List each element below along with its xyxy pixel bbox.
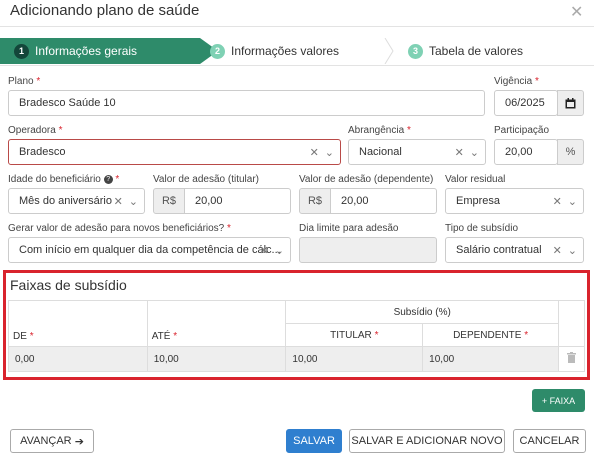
clear-icon[interactable]: ✕ — [553, 195, 562, 208]
dia-limite-label: Dia limite para adesão — [299, 223, 399, 234]
clear-icon[interactable]: ✕ — [553, 244, 562, 257]
adesao-titular-input[interactable]: 20,00 — [184, 188, 291, 214]
residual-label: Valor residual — [445, 174, 506, 185]
arrow-right-icon: ➔ — [74, 435, 84, 448]
column-header-titular: TITULAR * — [285, 323, 424, 347]
clear-icon[interactable]: ✕ — [114, 195, 123, 208]
chevron-down-icon[interactable]: ⌄ — [275, 244, 284, 257]
tipo-subsidio-select[interactable]: Salário contratual ✕ ⌄ — [445, 237, 584, 263]
chevron-down-icon[interactable]: ⌄ — [470, 146, 479, 159]
salvar-adicionar-button[interactable]: SALVAR E ADICIONAR NOVO — [349, 429, 505, 453]
cell-ate[interactable]: 10,00 — [146, 346, 287, 372]
abrangencia-select[interactable]: Nacional ✕ ⌄ — [348, 139, 486, 165]
cell-de[interactable]: 0,00 — [8, 346, 148, 372]
chevron-down-icon[interactable]: ⌄ — [325, 146, 334, 159]
avancar-button[interactable]: AVANÇAR ➔ — [10, 429, 94, 453]
gerar-label: Gerar valor de adesão para novos benefic… — [8, 223, 231, 234]
delete-row-button[interactable] — [558, 346, 585, 372]
step-label: Tabela de valores — [429, 44, 524, 58]
idade-select[interactable]: Mês do aniversário ✕ ⌄ — [8, 188, 145, 214]
operadora-select[interactable]: Bradesco ✕ ⌄ — [8, 139, 341, 165]
clear-icon[interactable]: ✕ — [260, 244, 269, 257]
cancelar-button[interactable]: CANCELAR — [513, 429, 586, 453]
table-row: 0,00 10,00 10,00 10,00 — [8, 346, 585, 372]
cell-dependente[interactable]: 10,00 — [422, 346, 559, 372]
clear-icon[interactable]: ✕ — [310, 146, 319, 159]
step-number: 1 — [14, 43, 29, 59]
tipo-subsidio-label: Tipo de subsídio — [445, 223, 519, 234]
gerar-select[interactable]: Com início em qualquer dia da competênci… — [8, 237, 291, 263]
column-group-subsidio: Subsídio (%) — [285, 300, 559, 324]
percent-addon: % — [557, 139, 584, 165]
column-header-ate: ATÉ * — [146, 300, 287, 347]
close-icon[interactable]: ✕ — [570, 2, 583, 22]
modal-title: Adicionando plano de saúde — [10, 2, 200, 19]
participacao-input[interactable]: 20,00 — [494, 139, 558, 165]
add-faixa-button[interactable]: + FAIXA — [532, 389, 585, 412]
salvar-button[interactable]: SALVAR — [286, 429, 342, 453]
operadora-label: Operadora * — [8, 125, 63, 136]
currency-addon: R$ — [153, 188, 185, 214]
idade-label: Idade do beneficiário ? * — [8, 174, 120, 185]
plano-label: Plano * — [8, 76, 41, 87]
column-header-actions — [558, 300, 585, 347]
adesao-titular-label: Valor de adesão (titular) — [153, 174, 259, 185]
plano-input[interactable]: Bradesco Saúde 10 — [8, 90, 485, 116]
chevron-down-icon[interactable]: ⌄ — [129, 195, 138, 208]
participacao-label: Participação — [494, 125, 550, 136]
dia-limite-input — [299, 237, 437, 263]
trash-icon — [567, 352, 576, 363]
vigencia-input[interactable]: 06/2025 — [494, 90, 558, 116]
vigencia-label: Vigência * — [494, 76, 539, 87]
step-separator-icon — [384, 38, 394, 64]
step-tabela-de-valores[interactable]: 3 Tabela de valores — [408, 38, 523, 64]
faixas-table: DE * ATÉ * Subsídio (%) TITULAR * DEPEND… — [8, 300, 585, 372]
currency-addon: R$ — [299, 188, 331, 214]
cell-titular[interactable]: 10,00 — [285, 346, 424, 372]
adesao-dependente-input[interactable]: 20,00 — [330, 188, 437, 214]
step-informacoes-valores[interactable]: 2 Informações valores — [210, 38, 339, 64]
calendar-button[interactable] — [557, 90, 584, 116]
calendar-icon — [565, 97, 576, 108]
column-header-dependente: DEPENDENTE * — [422, 323, 559, 347]
help-icon[interactable]: ? — [103, 174, 113, 184]
residual-select[interactable]: Empresa ✕ ⌄ — [445, 188, 584, 214]
chevron-down-icon[interactable]: ⌄ — [568, 195, 577, 208]
step-label: Informações valores — [231, 44, 340, 58]
faixas-title: Faixas de subsídio — [10, 277, 127, 293]
column-header-de: DE * — [8, 300, 148, 347]
step-label: Informações gerais — [35, 44, 138, 58]
adesao-dependente-label: Valor de adesão (dependente) — [299, 174, 434, 185]
clear-icon[interactable]: ✕ — [455, 146, 464, 159]
divider — [0, 65, 594, 66]
step-number: 2 — [210, 43, 225, 59]
step-number: 3 — [408, 43, 423, 59]
step-informacoes-gerais[interactable]: 1 Informações gerais — [0, 38, 218, 64]
divider — [0, 26, 594, 27]
chevron-down-icon[interactable]: ⌄ — [568, 244, 577, 257]
abrangencia-label: Abrangência * — [348, 125, 411, 136]
